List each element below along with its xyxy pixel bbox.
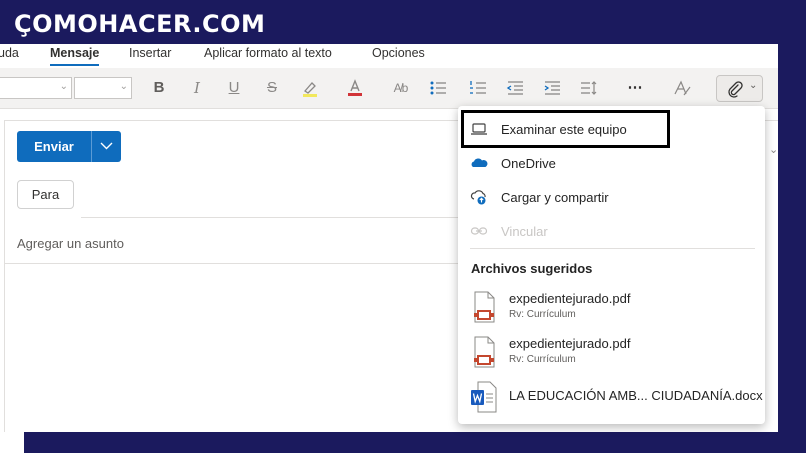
more-options-icon[interactable]: ⋯	[625, 78, 645, 98]
chevron-down-icon[interactable]: ⌄	[769, 143, 778, 156]
font-color-icon[interactable]	[345, 78, 365, 98]
pdf-file-icon	[470, 290, 498, 324]
italic-icon[interactable]: I	[187, 78, 207, 98]
decrease-indent-icon[interactable]	[505, 78, 525, 98]
right-border-band	[778, 0, 806, 453]
suggested-file-item[interactable]: LA EDUCACIÓN AMB... CIUDADANÍA.docx	[458, 377, 765, 417]
strikethrough-icon[interactable]: S	[262, 78, 282, 98]
menu-item-link: Vincular	[458, 216, 765, 246]
send-button[interactable]: Enviar	[17, 131, 91, 162]
chevron-down-icon: ⌄	[749, 80, 758, 91]
cloud-upload-icon	[470, 188, 488, 206]
highlight-icon[interactable]	[300, 78, 320, 98]
numbering-icon[interactable]	[468, 78, 488, 98]
suggested-file-item[interactable]: expedientejurado.pdf Rv: Currículum	[458, 287, 765, 327]
bullets-icon[interactable]	[428, 78, 448, 98]
underline-icon[interactable]: U	[224, 78, 244, 98]
attach-menu: Examinar este equipo OneDrive Cargar y c…	[458, 106, 765, 424]
word-file-icon	[470, 380, 498, 414]
active-tab-indicator	[50, 64, 99, 66]
pdf-file-icon	[470, 335, 498, 369]
subject-field-underline	[5, 263, 505, 264]
menu-item-upload-share[interactable]: Cargar y compartir	[458, 182, 765, 212]
font-family-select[interactable]: ⌄	[0, 77, 72, 99]
send-button-group: Enviar	[17, 131, 121, 162]
suggested-file-item[interactable]: expedientejurado.pdf Rv: Currículum	[458, 332, 765, 372]
chevron-down-icon: ⌄	[59, 81, 68, 92]
menu-item-onedrive[interactable]: OneDrive	[458, 148, 765, 178]
to-field-underline	[81, 217, 501, 218]
menu-divider	[470, 248, 755, 249]
increase-indent-icon[interactable]	[542, 78, 562, 98]
tab-formato-texto[interactable]: Aplicar formato al texto	[204, 46, 332, 60]
bold-icon[interactable]: B	[149, 78, 169, 98]
bottom-border-band	[24, 432, 806, 453]
link-icon	[470, 222, 488, 240]
tab-ayuda[interactable]: uda	[0, 46, 19, 60]
chevron-down-icon	[100, 142, 113, 150]
onedrive-icon	[470, 154, 488, 172]
attach-icon	[725, 79, 745, 104]
subject-input[interactable]: Agregar un asunto	[17, 236, 124, 251]
suggested-files-header: Archivos sugeridos	[471, 261, 593, 276]
site-logo: ÇOMOHACER.COM	[14, 10, 266, 38]
send-options-button[interactable]	[92, 131, 121, 162]
line-spacing-icon[interactable]	[579, 78, 599, 98]
chevron-down-icon: ⌄	[119, 81, 128, 92]
font-size-select[interactable]: ⌄	[74, 77, 132, 99]
tab-insertar[interactable]: Insertar	[129, 46, 171, 60]
tab-mensaje[interactable]: Mensaje	[50, 46, 99, 60]
editor-icon[interactable]	[672, 78, 692, 98]
highlight-annotation-box	[461, 110, 670, 148]
styles-icon[interactable]: A̸b	[391, 78, 411, 98]
attach-button[interactable]: ⌄	[716, 75, 763, 102]
to-button[interactable]: Para	[17, 180, 74, 209]
formatting-toolbar: ⌄ ⌄ B I U S A̸b ⋯ ⌄	[0, 68, 778, 109]
ribbon-tabs: uda Mensaje Insertar Aplicar formato al …	[0, 44, 778, 68]
tab-opciones[interactable]: Opciones	[372, 46, 425, 60]
